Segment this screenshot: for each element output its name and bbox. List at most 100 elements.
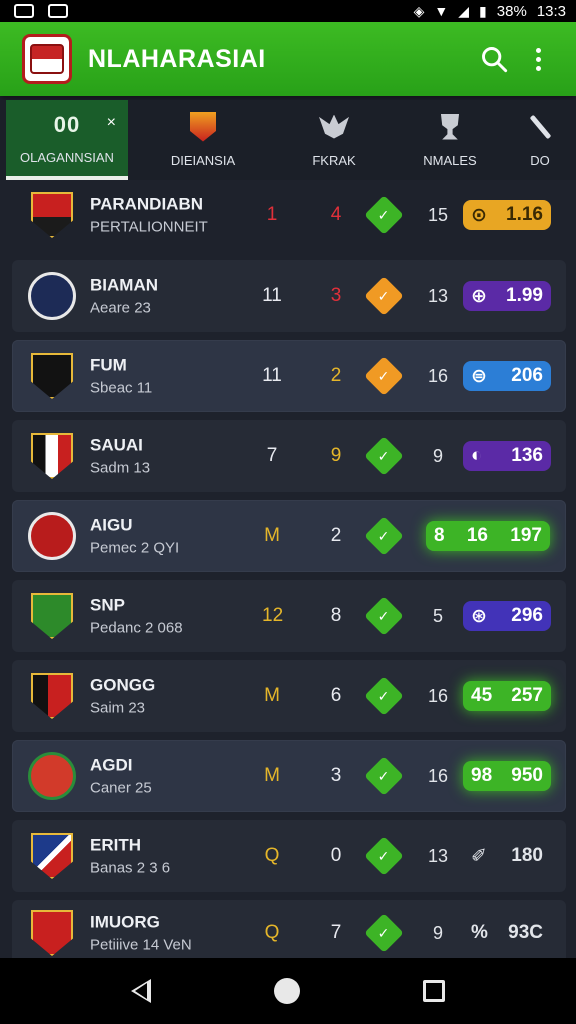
team-crest-icon <box>28 351 76 401</box>
rating-icon: ⊛ <box>471 605 487 627</box>
check-diamond-icon: ✓ <box>364 596 404 636</box>
check-diamond-icon: ✓ <box>364 836 404 876</box>
team-crest-icon <box>28 591 76 641</box>
team-text: SNP Pedanc 2 068 <box>90 596 183 637</box>
tab-do[interactable]: DO <box>510 100 570 180</box>
tab-fkrak[interactable]: FKRAK <box>278 100 390 180</box>
system-nav-bar <box>0 958 576 1024</box>
rating-value: 950 <box>511 765 543 786</box>
team-subtitle: PERTALIONNEIT <box>90 218 208 236</box>
tab-close-icon[interactable]: × <box>107 114 116 132</box>
app-bar: NLAHARASIAI <box>0 22 576 96</box>
team-subtitle: Sadm 13 <box>90 459 151 477</box>
stat-col-1: 1 <box>266 204 278 225</box>
stat-col-2: 3 <box>330 285 342 306</box>
recent-apps-icon[interactable] <box>422 980 445 1002</box>
list-item[interactable]: AGDI Caner 25 M 3 ✓ 16 98 950 <box>12 740 566 812</box>
team-crest-icon <box>28 511 76 561</box>
team-crest-icon <box>28 271 76 321</box>
team-name: AGDI <box>90 755 133 775</box>
rating-pill[interactable]: ✐ 180 <box>463 841 551 871</box>
team-subtitle: Banas 2 3 6 <box>90 859 171 877</box>
team-subtitle: Sbeac 11 <box>90 379 153 397</box>
tab-label: OLAGANNSIAN <box>20 149 114 165</box>
wings-icon <box>319 113 349 141</box>
notification-icon <box>14 4 34 18</box>
rating-icon: ⊕ <box>471 285 487 307</box>
check-diamond-icon: ✓ <box>364 436 404 476</box>
stat-col-3: 9 <box>432 922 443 943</box>
tab-label: DO <box>530 152 550 168</box>
back-icon[interactable] <box>131 979 152 1003</box>
status-left <box>14 4 68 18</box>
tab-dieiansia[interactable]: DIEIANSIA <box>128 100 278 180</box>
stat-col-1: 7 <box>266 445 278 466</box>
team-text: GONGG Saim 23 <box>90 676 155 717</box>
shield-icon <box>188 111 218 142</box>
list-item[interactable]: BIAMAN Aeare 23 11 3 ✓ 13 ⊕ 1.99 <box>12 260 566 332</box>
list-item[interactable]: GONGG Saim 23 M 6 ✓ 16 45 257 <box>12 660 566 732</box>
search-button[interactable] <box>472 37 516 81</box>
team-name: AIGU <box>90 515 133 535</box>
stat-col-3: 16 <box>427 365 449 386</box>
list-item[interactable]: FUM Sbeac 11 11 2 ✓ 16 ⊜ 206 <box>12 340 566 412</box>
rating-value: 1.16 <box>506 204 543 225</box>
rating-icon: ⊙ <box>471 204 487 226</box>
rating-pill[interactable]: ◐ 136 <box>463 441 551 471</box>
app-logo <box>22 34 72 84</box>
rating-pill[interactable]: ⊙ 1.16 <box>463 200 551 230</box>
rating-pill[interactable]: ⊕ 1.99 <box>463 281 551 311</box>
stat-col-1: M <box>264 525 280 546</box>
list-item[interactable]: AIGU Pemec 2 QYI M 2 ✓ 8 16 197 <box>12 500 566 572</box>
image-notification-icon <box>48 4 68 18</box>
stat-col-2: 3 <box>330 765 342 786</box>
rating-pill[interactable]: 45 257 <box>463 681 551 711</box>
rating-value: 257 <box>511 685 543 706</box>
wifi-icon: ▼ <box>434 3 449 19</box>
list-item[interactable]: SNP Pedanc 2 068 12 8 ✓ 5 ⊛ 296 <box>12 580 566 652</box>
rating-pill[interactable]: ⊜ 206 <box>463 361 551 391</box>
standings-list: PARANDIABN PERTALIONNEIT 1 4 ✓ 15 ⊙ 1.16… <box>12 182 566 974</box>
stat-col-1: M <box>264 765 280 786</box>
rating-pill[interactable]: 8 16 197 <box>426 521 550 551</box>
tab-badge: 00 <box>53 111 81 137</box>
team-name: IMUORG <box>90 912 160 932</box>
team-name: FUM <box>90 355 127 375</box>
rating-pill[interactable]: 98 950 <box>463 761 551 791</box>
status-right: ◈ ▼ ◢ ▮ 38% 13:3 <box>414 3 566 20</box>
rating-icon: 8 <box>434 525 445 546</box>
home-icon[interactable] <box>273 978 300 1004</box>
team-name: ERITH <box>90 835 141 855</box>
rating-value: 136 <box>511 445 543 466</box>
team-text: IMUORG Petiiive 14 VeN <box>90 913 192 954</box>
team-text: PARANDIABN PERTALIONNEIT <box>90 195 208 236</box>
list-item[interactable]: ERITH Banas 2 3 6 Q 0 ✓ 13 ✐ 180 <box>12 820 566 892</box>
team-crest-icon <box>28 671 76 721</box>
more-vert-icon <box>535 47 541 71</box>
team-text: FUM Sbeac 11 <box>90 356 152 397</box>
tab-label: NMALES <box>423 152 477 168</box>
check-diamond-icon: ✓ <box>364 356 404 396</box>
team-crest-icon <box>28 831 76 881</box>
rating-pill[interactable]: ⊛ 296 <box>463 601 551 631</box>
list-item[interactable]: IMUORG Petiiive 14 VeN Q 7 ✓ 9 % 93C <box>12 900 566 966</box>
check-diamond-icon: ✓ <box>364 195 404 235</box>
check-diamond-icon: ✓ <box>364 516 404 556</box>
clock: 13:3 <box>536 2 566 20</box>
team-subtitle: Saim 23 <box>90 699 146 717</box>
signal-icon: ◢ <box>458 2 470 19</box>
trophy-icon <box>435 113 465 141</box>
tab-olagannsian[interactable]: 00 × OLAGANNSIAN <box>6 100 128 180</box>
team-subtitle: Pemec 2 QYI <box>90 539 180 557</box>
tab-bar: 00 × OLAGANNSIAN DIEIANSIA FKRAK NMALES … <box>0 100 576 180</box>
stat-col-3: 16 <box>427 765 449 786</box>
status-bar: ◈ ▼ ◢ ▮ 38% 13:3 <box>0 0 576 22</box>
list-item[interactable]: SAUAI Sadm 13 7 9 ✓ 9 ◐ 136 <box>12 420 566 492</box>
rating-pill[interactable]: % 93C <box>463 918 551 948</box>
tab-label: DIEIANSIA <box>170 152 236 168</box>
list-item[interactable]: PARANDIABN PERTALIONNEIT 1 4 ✓ 15 ⊙ 1.16 <box>12 182 566 248</box>
tab-nmales[interactable]: NMALES <box>390 100 510 180</box>
check-diamond-icon: ✓ <box>364 676 404 716</box>
check-diamond-icon: ✓ <box>364 913 404 953</box>
overflow-menu-button[interactable] <box>516 37 560 81</box>
